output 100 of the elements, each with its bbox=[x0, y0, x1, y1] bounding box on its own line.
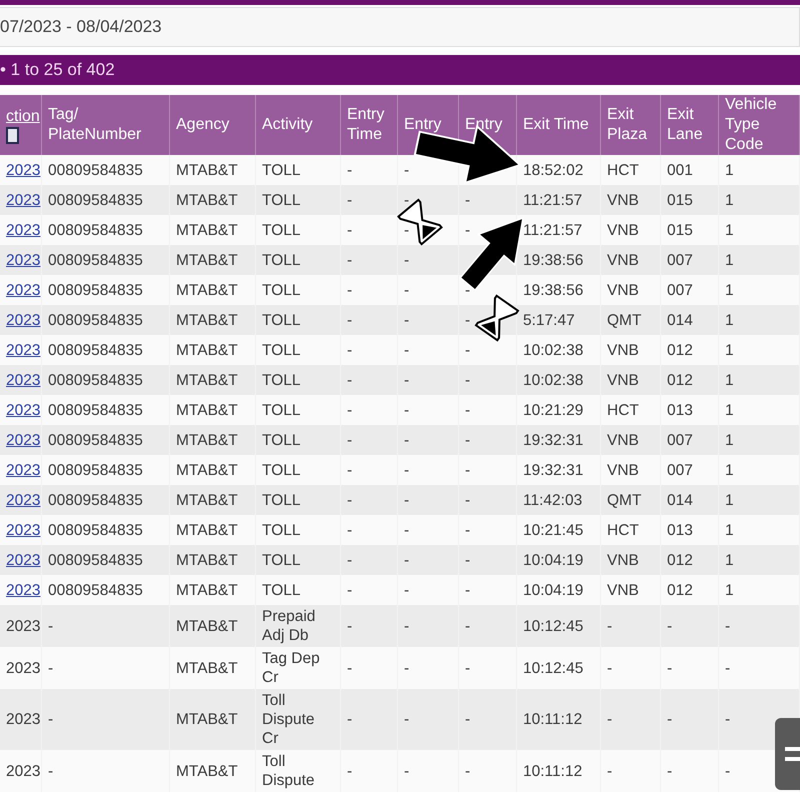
table-cell: TOLL bbox=[256, 575, 341, 605]
table-cell: VNB bbox=[601, 215, 661, 245]
table-cell: - bbox=[398, 395, 459, 425]
table-cell: 00809584835 bbox=[42, 245, 170, 275]
table-cell: - bbox=[398, 750, 459, 792]
table-cell: 1 bbox=[719, 545, 800, 575]
column-header-link[interactable]: ction bbox=[6, 106, 40, 126]
table-cell: VNB bbox=[601, 365, 661, 395]
date-link[interactable]: 2023 bbox=[6, 490, 40, 510]
date-link[interactable]: 2023 bbox=[6, 520, 40, 540]
table-cell: MTAB&T bbox=[170, 575, 256, 605]
date-link[interactable]: 2023 bbox=[6, 220, 40, 240]
table-cell: MTAB&T bbox=[170, 750, 256, 792]
table-cell: 007 bbox=[661, 455, 719, 485]
date-link[interactable]: 2023 bbox=[6, 310, 40, 330]
table-cell: 012 bbox=[661, 365, 719, 395]
table-cell: 18:52:02 bbox=[517, 155, 601, 185]
date-link[interactable]: 2023 bbox=[6, 400, 40, 420]
table-cell: TOLL bbox=[256, 185, 341, 215]
table-cell: 10:21:29 bbox=[517, 395, 601, 425]
table-cell: MTAB&T bbox=[170, 455, 256, 485]
table-cell: - bbox=[459, 647, 517, 689]
column-header[interactable]: ction bbox=[0, 95, 42, 155]
table-cell: - bbox=[341, 365, 398, 395]
table-cell: - bbox=[661, 689, 719, 750]
table-cell: - bbox=[42, 689, 170, 750]
table-cell: - bbox=[661, 605, 719, 647]
table-cell: - bbox=[398, 485, 459, 515]
table-cell: 1 bbox=[719, 485, 800, 515]
date-link[interactable]: 2023 bbox=[6, 250, 40, 270]
table-cell: 1 bbox=[719, 155, 800, 185]
hourglass-icon bbox=[474, 294, 520, 342]
table-cell: - bbox=[341, 215, 398, 245]
table-cell: 11:21:57 bbox=[517, 215, 601, 245]
square-icon[interactable] bbox=[6, 126, 19, 144]
table-cell: 00809584835 bbox=[42, 455, 170, 485]
table-cell: TOLL bbox=[256, 275, 341, 305]
table-cell: 001 bbox=[661, 155, 719, 185]
table-cell: 012 bbox=[661, 545, 719, 575]
table-cell: Tag Dep Cr bbox=[256, 647, 341, 689]
table-cell: - bbox=[398, 305, 459, 335]
table-cell: 00809584835 bbox=[42, 305, 170, 335]
table-cell: - bbox=[459, 515, 517, 545]
table-cell: TOLL bbox=[256, 545, 341, 575]
table-cell: 10:11:12 bbox=[517, 750, 601, 792]
table-cell: Toll Dispute Cr bbox=[256, 689, 341, 750]
date-link[interactable]: 2023 bbox=[6, 190, 40, 210]
table-cell: - bbox=[341, 750, 398, 792]
date-link[interactable]: 2023 bbox=[6, 550, 40, 570]
date-text: 2023 bbox=[6, 658, 40, 678]
table-cell: 015 bbox=[661, 215, 719, 245]
table-cell: - bbox=[398, 425, 459, 455]
date-text: 2023 bbox=[6, 616, 40, 636]
table-cell: Prepaid Adj Db bbox=[256, 605, 341, 647]
column-header: Entry Time bbox=[341, 95, 398, 155]
table-cell: QMT bbox=[601, 485, 661, 515]
table-cell: MTAB&T bbox=[170, 545, 256, 575]
table-cell: - bbox=[398, 245, 459, 275]
date-link[interactable]: 2023 bbox=[6, 370, 40, 390]
date-link[interactable]: 2023 bbox=[6, 160, 40, 180]
table-cell: - bbox=[341, 455, 398, 485]
table-cell: TOLL bbox=[256, 365, 341, 395]
table-cell: - bbox=[459, 425, 517, 455]
table-cell: - bbox=[601, 750, 661, 792]
results-count: • 1 to 25 of 402 bbox=[0, 60, 115, 80]
table-cell: MTAB&T bbox=[170, 275, 256, 305]
table-cell: - bbox=[459, 750, 517, 792]
table-cell: - bbox=[341, 515, 398, 545]
date-link[interactable]: 2023 bbox=[6, 460, 40, 480]
table-cell: TOLL bbox=[256, 215, 341, 245]
table-cell: VNB bbox=[601, 185, 661, 215]
table-cell: - bbox=[601, 689, 661, 750]
table-cell: 19:32:31 bbox=[517, 455, 601, 485]
table-cell: 1 bbox=[719, 455, 800, 485]
table-cell: 5:17:47 bbox=[517, 305, 601, 335]
table-cell: HCT bbox=[601, 515, 661, 545]
date-link[interactable]: 2023 bbox=[6, 280, 40, 300]
table-cell: 10:02:38 bbox=[517, 365, 601, 395]
date-link[interactable]: 2023 bbox=[6, 430, 40, 450]
table-cell: TOLL bbox=[256, 395, 341, 425]
date-link[interactable]: 2023 bbox=[6, 580, 40, 600]
table-cell: MTAB&T bbox=[170, 605, 256, 647]
table-cell: 1 bbox=[719, 215, 800, 245]
table-cell: TOLL bbox=[256, 155, 341, 185]
table-cell: 00809584835 bbox=[42, 425, 170, 455]
table-cell: 00809584835 bbox=[42, 545, 170, 575]
table-cell: VNB bbox=[601, 335, 661, 365]
table-cell: TOLL bbox=[256, 305, 341, 335]
table-cell: - bbox=[42, 605, 170, 647]
table-cell: TOLL bbox=[256, 335, 341, 365]
table-cell: VNB bbox=[601, 545, 661, 575]
table-cell: MTAB&T bbox=[170, 365, 256, 395]
table-cell: 10:02:38 bbox=[517, 335, 601, 365]
date-link[interactable]: 2023 bbox=[6, 340, 40, 360]
table-cell: VNB bbox=[601, 425, 661, 455]
table-cell: VNB bbox=[601, 245, 661, 275]
date-range-field[interactable]: 07/2023 - 08/04/2023 bbox=[0, 7, 800, 47]
table-cell: 1 bbox=[719, 275, 800, 305]
table-cell: 1 bbox=[719, 245, 800, 275]
table-cell: HCT bbox=[601, 155, 661, 185]
